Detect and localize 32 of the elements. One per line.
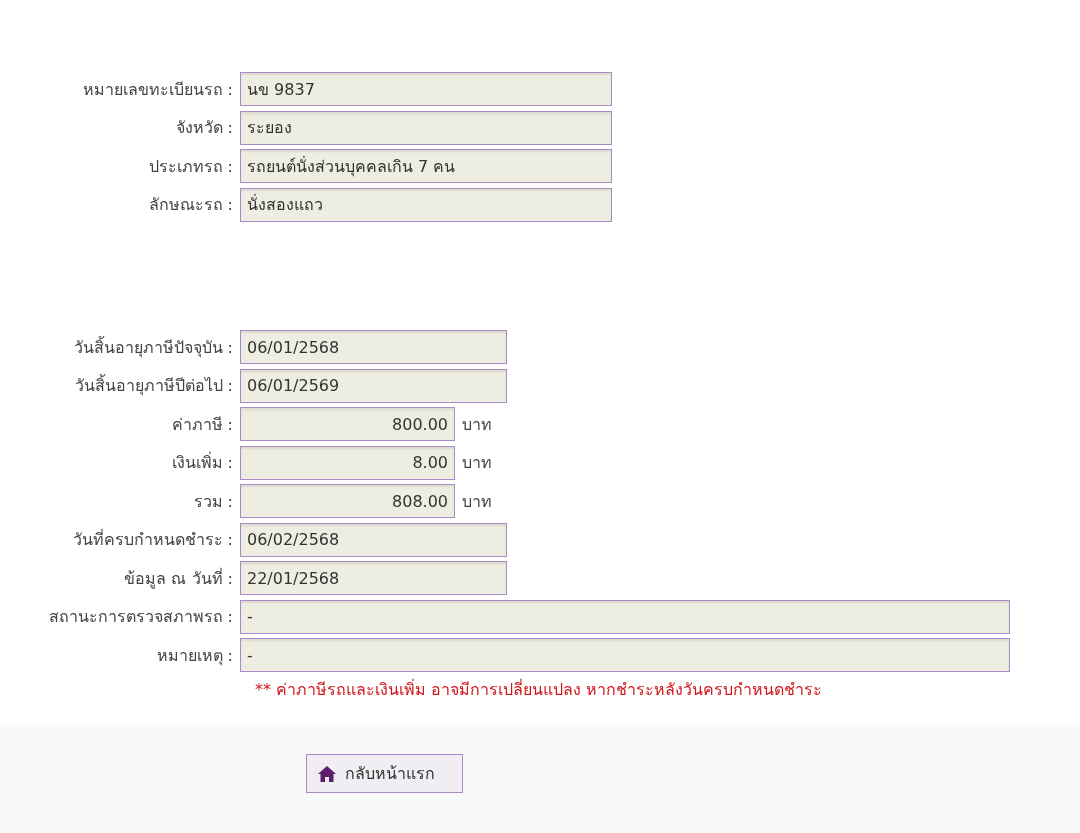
field-label: สถานะการตรวจสภาพรถ : [47, 606, 234, 628]
input-field[interactable]: 800.00 [240, 407, 455, 441]
warning-note: ** ค่าภาษีรถและเงินเพิ่ม อาจมีการเปลี่ยนแปลง หากชำระหลังวันครบกำหนดชำระ [255, 678, 824, 701]
unit-label: บาท [462, 490, 492, 513]
field-label: หมายเลขทะเบียนรถ : [81, 78, 234, 101]
input-field[interactable]: 06/02/2568 [240, 522, 507, 557]
input-field[interactable]: นข 9837 [240, 72, 612, 106]
field-label: ค่าภาษี : [170, 413, 234, 436]
unit-label: บาท [462, 452, 492, 474]
home-icon [317, 764, 337, 783]
input-field[interactable]: 8.00 [240, 445, 455, 480]
field-label: รวม : [192, 490, 234, 513]
field-label: ข้อมูล ณ วันที่ : [123, 567, 234, 591]
field-label: ประเภทรถ : [147, 155, 234, 178]
input-field[interactable]: รถยนต์นั่งส่วนบุคคลเกิน 7 คน [240, 149, 612, 183]
input-field[interactable]: 22/01/2568 [240, 561, 507, 595]
input-field[interactable]: 06/01/2569 [240, 368, 507, 403]
field-label: หมายเหตุ : [155, 644, 234, 668]
input-field[interactable]: - [240, 599, 1010, 634]
input-field[interactable]: 808.00 [240, 484, 455, 518]
input-field[interactable]: นั่งสองแถว [240, 187, 612, 222]
field-label: จังหวัด : [174, 117, 234, 139]
input-field[interactable]: - [240, 638, 1010, 672]
input-field[interactable]: 06/01/2568 [240, 330, 507, 364]
home-button[interactable]: กลับหน้าแรก [306, 754, 463, 793]
unit-label: บาท [462, 413, 492, 436]
field-label: วันสิ้นอายุภาษีปัจจุบัน : [72, 335, 234, 360]
input-field[interactable]: ระยอง [240, 110, 612, 145]
field-label: วันที่ครบกำหนดชำระ : [71, 528, 234, 551]
field-label: เงินเพิ่ม : [170, 451, 234, 474]
field-label: ลักษณะรถ : [147, 194, 234, 216]
field-label: วันสิ้นอายุภาษีปีต่อไป : [73, 373, 234, 398]
